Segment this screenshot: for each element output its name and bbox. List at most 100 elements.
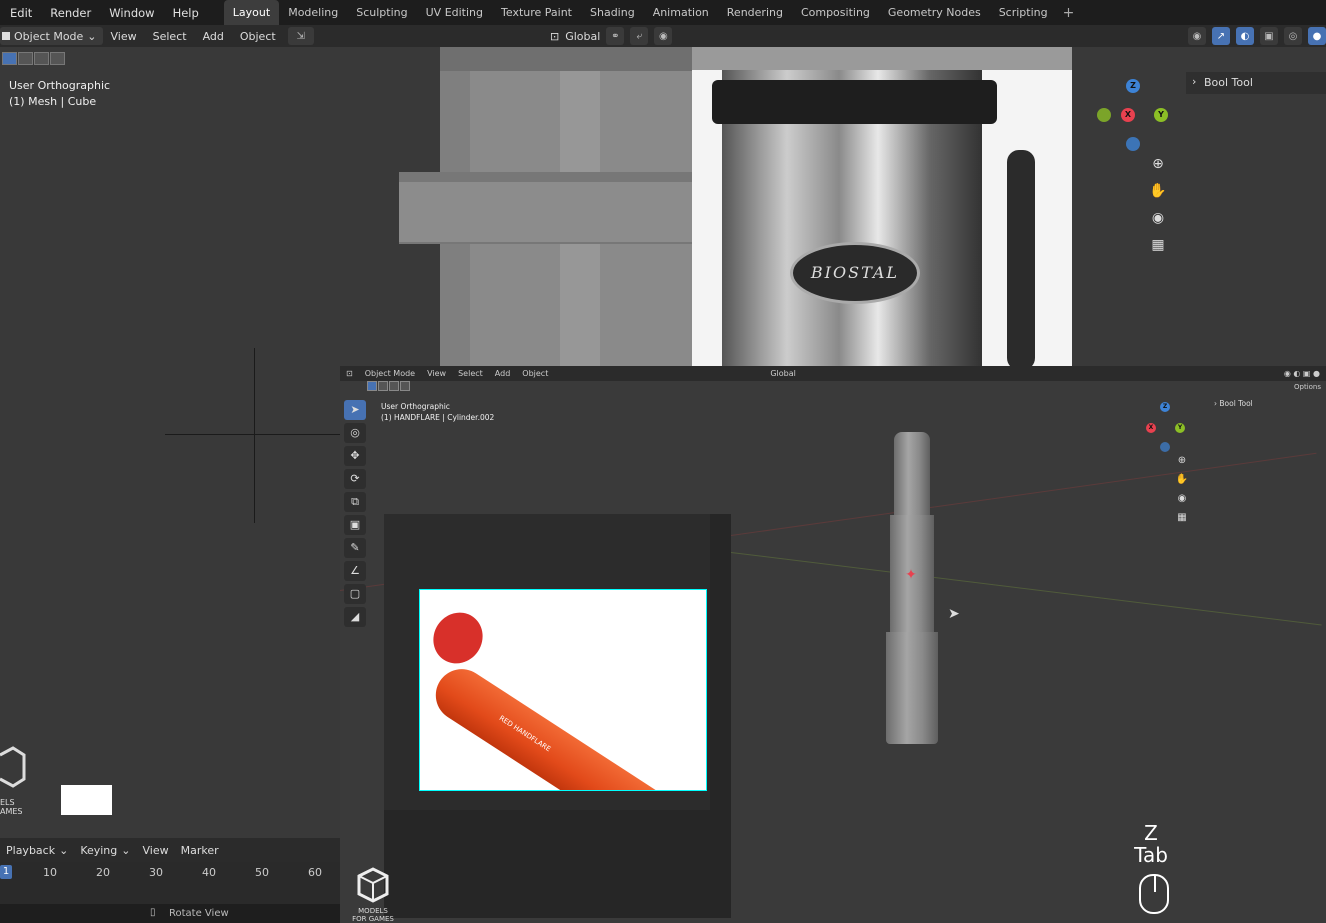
menu-edit[interactable]: Edit bbox=[0, 6, 41, 20]
brand-logo: BIOSTAL bbox=[790, 242, 920, 304]
scale-tool-icon[interactable]: ⧉ bbox=[344, 492, 366, 512]
playback-dropdown[interactable]: Playback ⌄ bbox=[0, 844, 74, 857]
tab-rendering[interactable]: Rendering bbox=[718, 0, 792, 25]
snap-menu-button[interactable]: ⇲ bbox=[287, 27, 314, 45]
lower-grid-view-icon[interactable]: ▦ bbox=[1172, 509, 1192, 527]
wireframe-shading-icon[interactable]: ◎ bbox=[1284, 27, 1302, 45]
chevron-right-icon: › bbox=[1192, 75, 1197, 88]
pan-hand-icon[interactable]: ✋ bbox=[1146, 179, 1170, 203]
menu-view[interactable]: View bbox=[103, 30, 145, 43]
add-workspace-button[interactable]: + bbox=[1057, 5, 1081, 21]
tick-label: 40 bbox=[202, 866, 216, 879]
lower-menu-view[interactable]: View bbox=[421, 369, 452, 378]
solid-shading-icon[interactable]: ● bbox=[1308, 27, 1326, 45]
proportional-edit-icon[interactable]: ◉ bbox=[654, 27, 673, 45]
lower-menu-add[interactable]: Add bbox=[489, 369, 517, 378]
lower-select-intersect-button[interactable] bbox=[400, 381, 410, 391]
visibility-icon[interactable]: ◉ bbox=[1188, 27, 1206, 45]
rotate-tool-icon[interactable]: ⟳ bbox=[344, 469, 366, 489]
object-mode-icon bbox=[2, 32, 10, 40]
flare-label: RED HANDFLARE bbox=[497, 714, 553, 754]
logo-text-line2: FOR GAMES bbox=[352, 915, 394, 923]
menu-object[interactable]: Object bbox=[232, 30, 284, 43]
annotate-tool-icon[interactable]: ✎ bbox=[344, 538, 366, 558]
xray-icon[interactable]: ▣ bbox=[1260, 27, 1278, 45]
tab-layout[interactable]: Layout bbox=[223, 0, 280, 25]
options-dropdown[interactable]: Options bbox=[1294, 383, 1321, 391]
lower-bool-tool-panel[interactable]: › Bool Tool bbox=[1206, 399, 1326, 411]
select-extend-button[interactable] bbox=[18, 52, 33, 65]
gizmo-neg-y-axis[interactable] bbox=[1097, 108, 1111, 122]
lower-bool-tool-label: Bool Tool bbox=[1219, 399, 1253, 408]
transform-tool-icon[interactable]: ▣ bbox=[344, 515, 366, 535]
overlay-toggle-icon[interactable]: ◐ bbox=[1236, 27, 1254, 45]
menu-help[interactable]: Help bbox=[164, 6, 208, 20]
keying-dropdown[interactable]: Keying ⌄ bbox=[74, 844, 136, 857]
tab-animation[interactable]: Animation bbox=[644, 0, 718, 25]
select-new-button[interactable] bbox=[2, 52, 17, 65]
lower-select-extend-button[interactable] bbox=[378, 381, 388, 391]
timeline-view-menu[interactable]: View bbox=[136, 844, 174, 857]
marker-menu[interactable]: Marker bbox=[175, 844, 225, 857]
tab-compositing[interactable]: Compositing bbox=[792, 0, 879, 25]
object-mode-label: Object Mode bbox=[14, 29, 84, 43]
zoom-icon[interactable]: ⊕ bbox=[1146, 152, 1170, 176]
lower-shading-controls[interactable]: ◉ ◐ ▣ ● bbox=[1278, 369, 1326, 378]
camera-icon[interactable]: ◉ bbox=[1146, 206, 1170, 230]
lower-object-mode-dropdown[interactable]: Object Mode bbox=[359, 369, 421, 378]
cursor-tool-icon[interactable]: ◎ bbox=[344, 423, 366, 443]
current-frame-indicator[interactable]: 1 bbox=[0, 865, 12, 879]
reference-image-top bbox=[692, 47, 1072, 70]
gizmo-toggle-icon[interactable]: ↗ bbox=[1212, 27, 1230, 45]
menu-add[interactable]: Add bbox=[195, 30, 232, 43]
pivot-icon[interactable]: ⚭ bbox=[606, 27, 625, 45]
lower-menu-select[interactable]: Select bbox=[452, 369, 489, 378]
tab-scripting[interactable]: Scripting bbox=[990, 0, 1057, 25]
models-for-games-logo-lower: MODELS FOR GAMES bbox=[348, 866, 398, 923]
tab-shading[interactable]: Shading bbox=[581, 0, 644, 25]
logo-text-line1: MODELS bbox=[358, 907, 388, 915]
lower-gizmo-y-axis[interactable]: Y bbox=[1175, 423, 1185, 433]
left-viewport-area[interactable] bbox=[0, 366, 340, 838]
key-z: Z bbox=[1144, 821, 1158, 845]
measure-tool-icon[interactable]: ∠ bbox=[344, 561, 366, 581]
lower-zoom-icon[interactable]: ⊕ bbox=[1172, 452, 1192, 470]
menu-select[interactable]: Select bbox=[145, 30, 195, 43]
tab-geometry-nodes[interactable]: Geometry Nodes bbox=[879, 0, 990, 25]
add-cube-tool-icon[interactable]: ▢ bbox=[344, 584, 366, 604]
select-intersect-button[interactable] bbox=[50, 52, 65, 65]
tab-modeling[interactable]: Modeling bbox=[279, 0, 347, 25]
tab-texture-paint[interactable]: Texture Paint bbox=[492, 0, 581, 25]
lower-gizmo-z-axis[interactable]: Z bbox=[1160, 402, 1170, 412]
snap-icon[interactable]: ⤶ bbox=[630, 27, 649, 45]
gizmo-y-axis[interactable]: Y bbox=[1154, 108, 1168, 122]
lower-menu-object[interactable]: Object bbox=[516, 369, 554, 378]
lower-gizmo-x-axis[interactable]: X bbox=[1146, 423, 1156, 433]
grid-view-icon[interactable]: ▦ bbox=[1146, 233, 1170, 257]
bool-tool-panel[interactable]: › Bool Tool bbox=[1186, 72, 1326, 94]
lower-select-subtract-button[interactable] bbox=[389, 381, 399, 391]
tab-sculpting[interactable]: Sculpting bbox=[347, 0, 416, 25]
editor-type-icon[interactable]: ⊡ bbox=[340, 369, 359, 378]
handflare-reference-image[interactable]: RED HANDFLARE bbox=[419, 589, 707, 791]
select-tool-icon[interactable]: ➤ bbox=[344, 400, 366, 420]
lower-gizmo-neg-z-axis[interactable] bbox=[1160, 442, 1170, 452]
lower-camera-icon[interactable]: ◉ bbox=[1172, 490, 1192, 508]
move-tool-icon[interactable]: ✥ bbox=[344, 446, 366, 466]
keystroke-overlay: Z Tab bbox=[1126, 822, 1176, 866]
gizmo-neg-z-axis[interactable] bbox=[1126, 137, 1140, 151]
menu-window[interactable]: Window bbox=[100, 6, 163, 20]
mouse-icon bbox=[1139, 874, 1169, 914]
bool-cut-tool-icon[interactable]: ◢ bbox=[344, 607, 366, 627]
lower-transform-orientation[interactable]: Global bbox=[764, 369, 802, 378]
object-mode-dropdown[interactable]: Object Mode ⌄ bbox=[0, 27, 103, 45]
tab-uv-editing[interactable]: UV Editing bbox=[417, 0, 492, 25]
gizmo-z-axis[interactable]: Z bbox=[1126, 79, 1140, 93]
gizmo-x-axis[interactable]: X bbox=[1121, 108, 1135, 122]
lower-pan-hand-icon[interactable]: ✋ bbox=[1172, 471, 1192, 489]
select-subtract-button[interactable] bbox=[34, 52, 49, 65]
lower-select-new-button[interactable] bbox=[367, 381, 377, 391]
menu-render[interactable]: Render bbox=[41, 6, 100, 20]
transform-orientation-dropdown[interactable]: Global bbox=[565, 30, 600, 43]
timeline-track[interactable]: 10 20 30 40 50 60 bbox=[0, 862, 340, 904]
